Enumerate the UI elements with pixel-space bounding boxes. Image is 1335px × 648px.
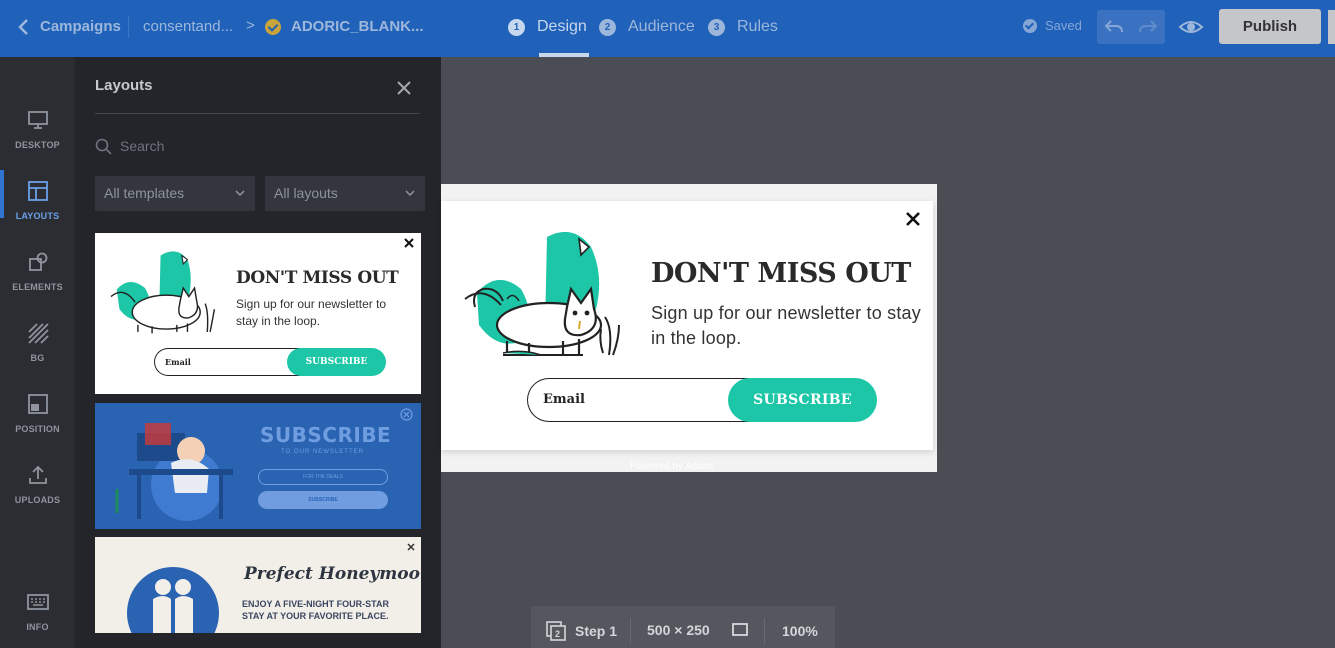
status-check-icon: [265, 19, 281, 35]
select-value: All layouts: [274, 185, 338, 201]
rail-label: BG: [30, 353, 45, 363]
desktop-icon: [27, 111, 48, 129]
template-subtext: TO OUR NEWSLETTER: [281, 449, 364, 455]
rail-label: LAYOUTS: [15, 211, 60, 221]
desk-illustration: [115, 423, 233, 521]
close-icon[interactable]: [905, 211, 921, 227]
chevron-right-icon: >: [246, 17, 255, 34]
divider: [630, 618, 631, 644]
keyboard-icon: [26, 594, 49, 610]
rail-uploads[interactable]: UPLOADS: [0, 464, 75, 508]
redo-icon[interactable]: [1137, 17, 1159, 37]
undo-redo-group: [1097, 10, 1165, 44]
template-subtext: ENJOY A FIVE-NIGHT FOUR-STAR STAY AT YOU…: [242, 599, 390, 621]
template-search: [95, 135, 420, 157]
template-card-honeymoon[interactable]: Prefect Honeymoon! ENJOY A FIVE-NIGHT FO…: [95, 537, 421, 634]
layout-icon: [27, 181, 48, 201]
search-input[interactable]: [120, 138, 410, 154]
cat-illustration: [110, 251, 216, 334]
svg-text:2: 2: [555, 629, 560, 639]
close-icon[interactable]: [393, 77, 415, 99]
rail-label: UPLOADS: [14, 495, 61, 505]
select-value: All templates: [104, 185, 185, 201]
divider: [95, 113, 420, 114]
template-subtext: Sign up for our newsletter to stay in th…: [236, 297, 387, 328]
undo-icon[interactable]: [1103, 17, 1125, 37]
overflow-button-edge[interactable]: [1328, 10, 1335, 44]
templates-filter-select[interactable]: All templates: [95, 176, 255, 211]
top-bar: Campaigns consentand... > ADORIC_BLANK..…: [0, 0, 1335, 57]
rail-label: ELEMENTS: [12, 282, 63, 292]
popup-subtext[interactable]: Sign up for our newsletter to stay in th…: [651, 301, 921, 351]
zoom-level[interactable]: 100%: [782, 623, 818, 639]
close-icon: [400, 408, 413, 421]
chevron-down-icon: [405, 190, 415, 196]
subscribe-button[interactable]: SUBSCRIBE: [728, 378, 877, 422]
check-circle-icon: [1023, 18, 1037, 33]
step-number: 2: [599, 18, 616, 36]
powered-by-label: Powered by Adoric: [630, 461, 714, 472]
rail-label: INFO: [26, 622, 49, 632]
chevron-down-icon: [235, 190, 245, 196]
template-subscribe-button: SUBSCRIBE: [287, 348, 386, 376]
cat-illustration: [464, 231, 620, 356]
divider: [764, 618, 765, 644]
tab-rules[interactable]: 3 Rules: [708, 16, 778, 38]
tab-label: Design: [537, 18, 587, 35]
preview-eye-icon[interactable]: [1177, 15, 1205, 39]
step-label[interactable]: Step 1: [575, 623, 617, 639]
elements-icon: [28, 252, 47, 271]
rail-bg[interactable]: BG: [0, 322, 75, 366]
rail-desktop[interactable]: DESKTOP: [0, 109, 75, 153]
position-icon: [27, 394, 48, 414]
popup-heading[interactable]: DON'T MISS OUT: [651, 258, 911, 289]
template-card-subscribe[interactable]: SUBSCRIBE TO OUR NEWSLETTER FOR THE DEAL…: [95, 403, 421, 529]
saved-label: Saved: [1045, 18, 1082, 33]
rail-position[interactable]: POSITION: [0, 393, 75, 437]
rail-label: DESKTOP: [15, 140, 60, 150]
tab-audience[interactable]: 2 Audience: [599, 16, 695, 38]
breadcrumb-campaign-group[interactable]: consentand...: [143, 18, 233, 35]
template-heading: SUBSCRIBE: [260, 423, 392, 447]
rail-layouts[interactable]: LAYOUTS: [0, 170, 75, 224]
email-field[interactable]: Email: [527, 378, 749, 422]
upload-icon: [28, 465, 47, 484]
campaign-name[interactable]: ADORIC_BLANK...: [291, 18, 424, 35]
tab-design[interactable]: 1 Design: [508, 16, 587, 38]
saved-status: Saved: [1023, 18, 1082, 33]
publish-button[interactable]: Publish: [1219, 9, 1321, 44]
tab-label: Rules: [737, 18, 778, 35]
search-icon: [95, 138, 112, 155]
canvas-status-bar: 2 Step 1 500 × 250 100%: [531, 606, 835, 648]
popup-size-label: 500 × 250: [647, 622, 710, 638]
template-heading: DON'T MISS OUT: [236, 268, 399, 288]
template-email-field: Email: [154, 348, 300, 376]
rail-info[interactable]: INFO: [0, 591, 75, 635]
template-card-dont-miss-out[interactable]: DON'T MISS OUT Sign up for our newslette…: [95, 233, 421, 394]
close-icon: [404, 238, 414, 248]
step-number: 1: [508, 18, 525, 36]
tool-rail: DESKTOP LAYOUTS ELEMENTS BG POSITION UPL…: [0, 57, 75, 648]
step-number: 3: [708, 18, 725, 36]
layouts-filter-select[interactable]: All layouts: [265, 176, 425, 211]
rail-label: POSITION: [15, 424, 60, 434]
divider: [128, 16, 129, 38]
panel-footer-mask: [95, 633, 421, 648]
close-icon: [407, 543, 415, 551]
popup-preview[interactable]: DON'T MISS OUT Sign up for our newslette…: [441, 201, 933, 450]
tab-label: Audience: [628, 18, 695, 35]
campaigns-link[interactable]: Campaigns: [40, 18, 121, 35]
template-heading: Prefect Honeymoon!: [244, 564, 421, 584]
couple-illustration: [127, 567, 219, 634]
chevron-left-icon[interactable]: [16, 17, 32, 37]
desktop-icon[interactable]: [732, 623, 748, 637]
panel-title: Layouts: [95, 77, 153, 94]
template-subscribe-button: SUBSCRIBE: [258, 491, 388, 509]
rail-elements[interactable]: ELEMENTS: [0, 251, 75, 295]
active-tab-indicator: [539, 53, 589, 57]
step-icon[interactable]: 2: [546, 621, 566, 641]
template-field: FOR THE DEALS: [258, 469, 388, 485]
background-pattern-icon: [27, 323, 49, 344]
layouts-panel: Layouts All templates All layouts DON'T …: [75, 57, 441, 648]
